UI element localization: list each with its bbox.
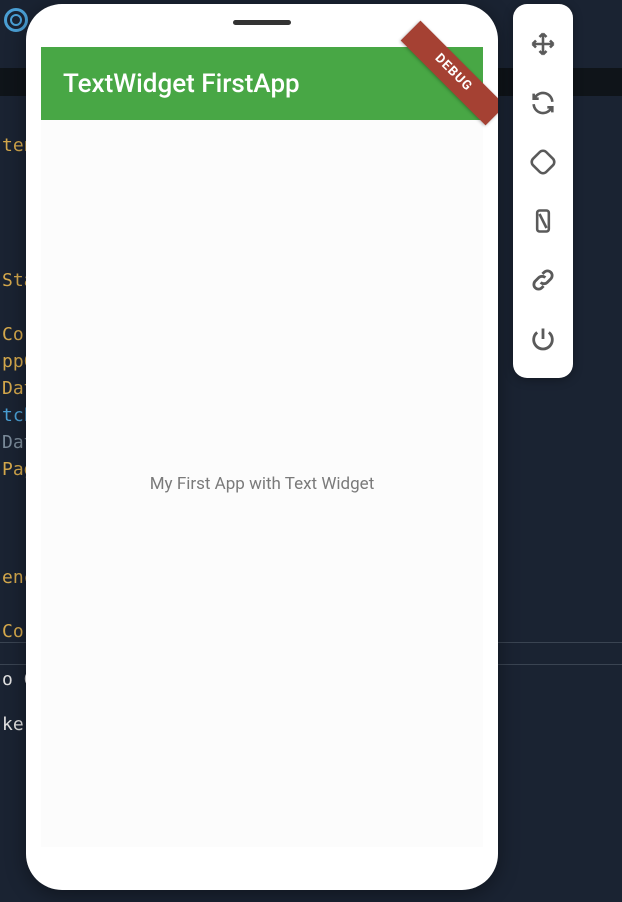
resize-button[interactable]	[523, 201, 563, 241]
app-bar: TextWidget FirstApp DEBUG	[41, 47, 483, 120]
link-icon	[529, 266, 557, 294]
move-icon	[529, 30, 557, 58]
power-icon	[529, 325, 557, 353]
body-text: My First App with Text Widget	[150, 474, 375, 494]
rotate-button[interactable]	[523, 142, 563, 182]
move-button[interactable]	[523, 24, 563, 64]
gear-icon[interactable]	[4, 8, 28, 32]
reload-button[interactable]	[523, 83, 563, 123]
resize-icon	[529, 207, 557, 235]
emulator-toolbar	[513, 4, 573, 378]
app-title: TextWidget FirstApp	[63, 69, 300, 99]
device-screen: TextWidget FirstApp DEBUG My First App w…	[41, 47, 483, 847]
rotate-icon	[529, 148, 557, 176]
link-button[interactable]	[523, 260, 563, 300]
device-notch	[233, 20, 291, 25]
debug-ribbon: DEBUG	[401, 21, 498, 126]
power-button[interactable]	[523, 319, 563, 359]
device-frame: TextWidget FirstApp DEBUG My First App w…	[26, 4, 498, 890]
app-body: My First App with Text Widget	[41, 120, 483, 847]
reload-icon	[529, 89, 557, 117]
